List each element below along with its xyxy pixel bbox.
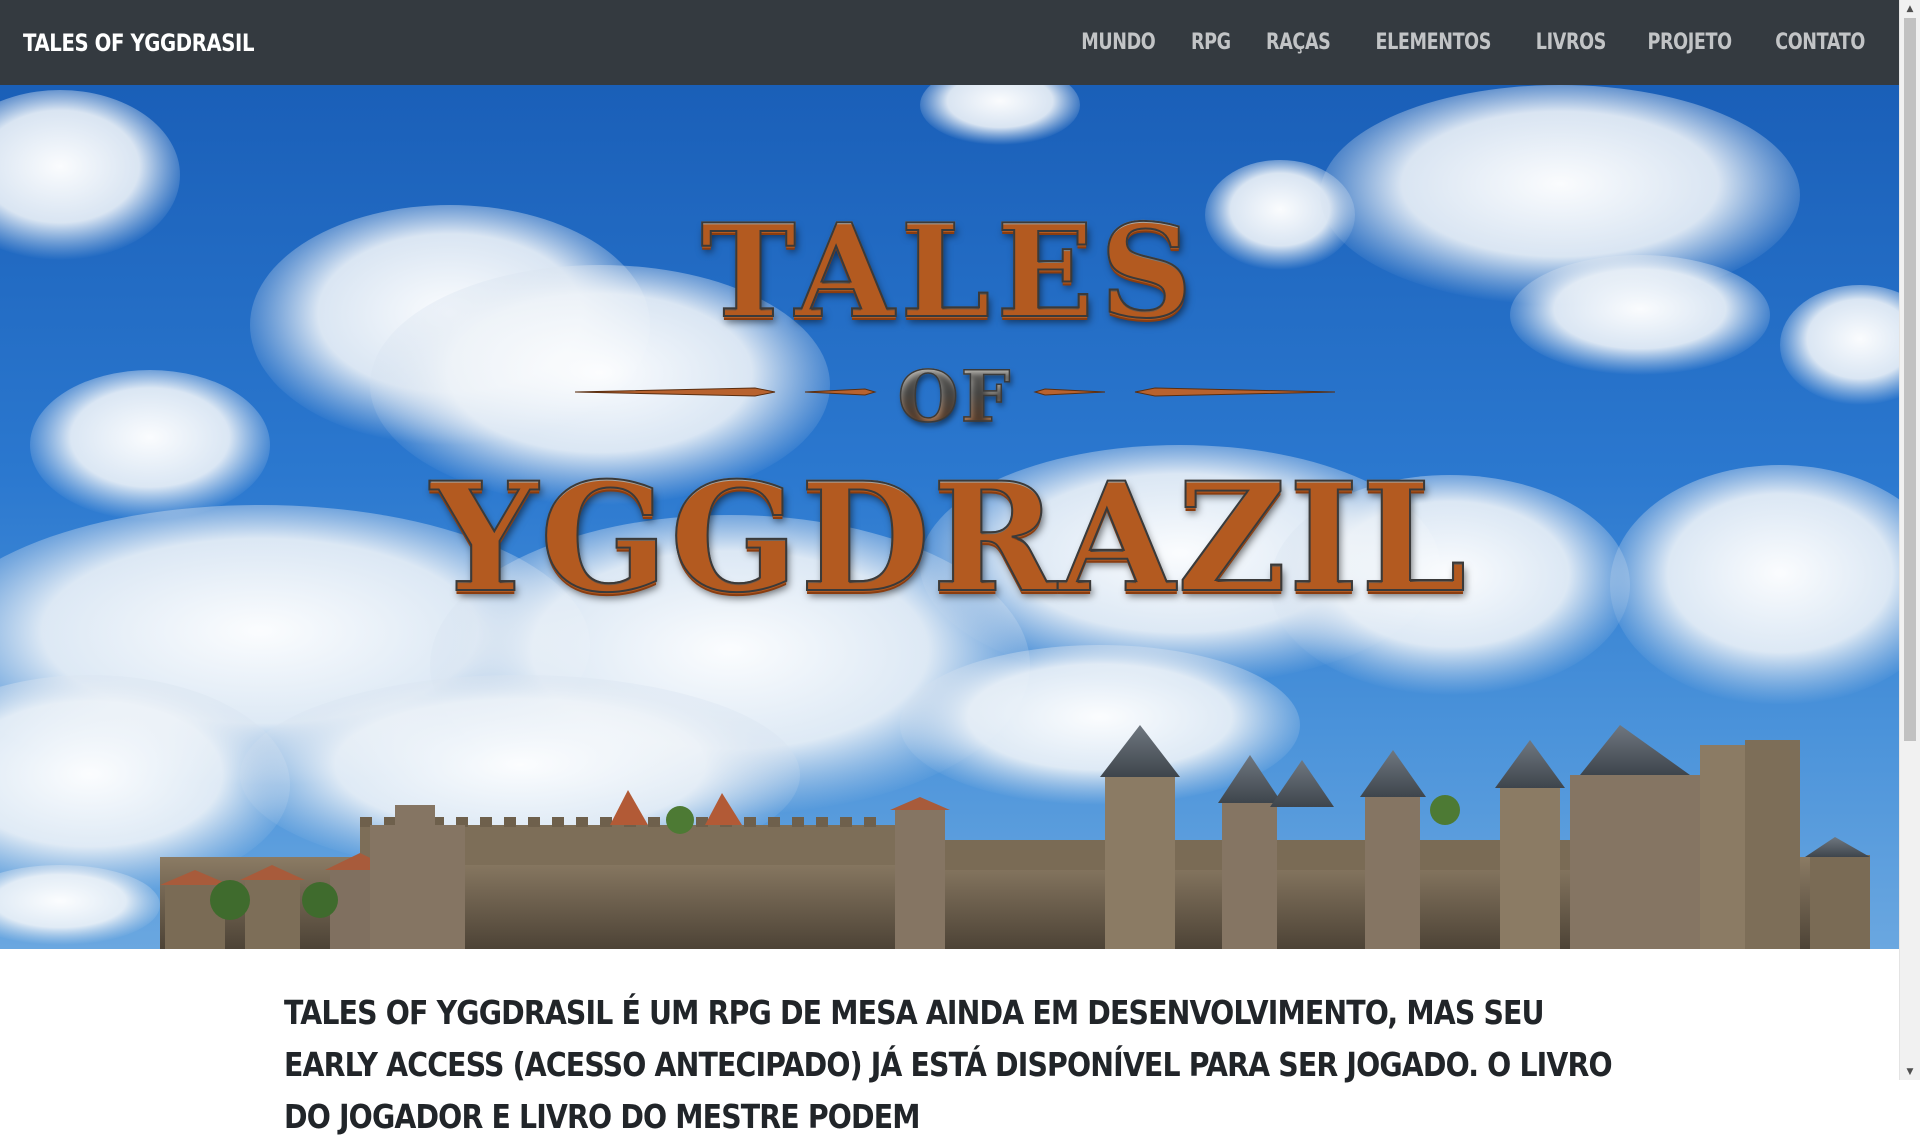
- nav-item-racas: RAÇAS: [1247, 30, 1349, 55]
- nav-link-mundo[interactable]: MUNDO: [1081, 30, 1156, 55]
- nav-item-projeto: PROJETO: [1626, 30, 1753, 55]
- nav-link-contato[interactable]: CONTATO: [1775, 30, 1865, 55]
- nav-item-livros: LIVROS: [1516, 30, 1626, 55]
- nav-item-elementos: ELEMENTOS: [1350, 30, 1516, 55]
- brand-link[interactable]: TALES OF YGGDRASIL: [23, 29, 255, 57]
- scroll-up-arrow-icon[interactable]: ▲: [1900, 0, 1920, 17]
- nav-link-rpg[interactable]: RPG: [1191, 30, 1231, 55]
- nav-link-livros[interactable]: LIVROS: [1536, 30, 1607, 55]
- nav-item-mundo: MUNDO: [1061, 30, 1176, 55]
- nav-link-racas[interactable]: RAÇAS: [1266, 30, 1331, 55]
- top-navbar: TALES OF YGGDRASIL MUNDO RPG RAÇAS ELEME…: [0, 0, 1899, 85]
- hero-banner: TALES OF YGGDRAZIL: [0, 85, 1899, 949]
- nav-link-projeto[interactable]: PROJETO: [1647, 30, 1732, 55]
- vertical-scrollbar[interactable]: ▲ ▼: [1899, 0, 1920, 1080]
- intro-paragraph: Tales of Yggdrasil é um RPG de mesa aind…: [284, 993, 1613, 1136]
- hero-background-image: [0, 85, 1899, 949]
- nav-item-rpg: RPG: [1175, 30, 1247, 55]
- nav-menu: MUNDO RPG RAÇAS ELEMENTOS LIVROS PROJETO…: [1061, 30, 1876, 55]
- scroll-down-arrow-icon[interactable]: ▼: [1900, 1063, 1920, 1080]
- scrollbar-thumb[interactable]: [1904, 18, 1916, 741]
- nav-item-contato: CONTATO: [1753, 30, 1876, 55]
- nav-link-elementos[interactable]: ELEMENTOS: [1375, 30, 1491, 55]
